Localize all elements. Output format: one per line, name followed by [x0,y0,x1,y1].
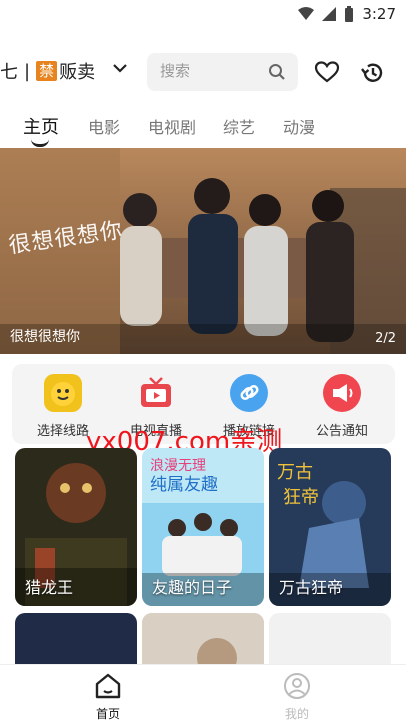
chevron-down-icon[interactable] [112,62,128,74]
tab-movies[interactable]: 电影 [88,114,120,138]
svg-text:万古: 万古 [277,462,313,483]
signal-icon [322,7,337,21]
hero-banner[interactable]: 很想很想你 很想很想你 2/2 [0,148,406,354]
svg-text:浪漫无理: 浪漫无理 [150,458,206,474]
brand-right-text: 贩卖 [59,62,96,83]
poster-title: 友趣的日子 [152,578,233,597]
brand-badge: 禁 [36,61,58,81]
poster-card[interactable]: 浪漫无理 纯属友趣 友趣的日子 [142,448,264,606]
tab-variety[interactable]: 综艺 [223,114,255,138]
poster-title: 万古狂帝 [279,578,344,597]
search-box[interactable] [147,53,298,91]
favorites-heart-icon[interactable] [314,60,340,84]
shortcut-announcements[interactable]: 公告通知 [302,374,382,439]
poster-card[interactable]: 猎龙王 [15,448,137,606]
tv-live-icon [137,374,175,412]
tab-tv-series[interactable]: 电视剧 [148,114,196,138]
search-icon[interactable] [268,63,286,81]
svg-text:纯属友趣: 纯属友趣 [150,475,218,495]
nav-profile-label: 我的 [284,707,309,721]
top-bar: 七 | 禁 贩卖 [0,50,406,94]
svg-text:狂帝: 狂帝 [283,487,319,508]
battery-icon [345,6,354,22]
shortcut-label: 公告通知 [315,424,368,439]
banner-caption: 很想很想你 [10,329,80,345]
bottom-navigation: 首页 我的 [0,664,406,721]
status-time: 3:27 [362,5,396,23]
category-tabs: 主页 电影 电视剧 综艺 动漫 [0,110,406,150]
link-icon [230,374,268,412]
active-tab-indicator [31,139,49,147]
status-bar: 3:27 [0,0,406,30]
history-icon[interactable] [360,60,386,86]
brand-separator: | [24,60,31,82]
home-icon [95,673,121,699]
brand-left-text: 七 [0,62,18,83]
nav-profile[interactable]: 我的 [267,671,327,722]
search-input[interactable] [160,62,260,80]
megaphone-icon [323,374,361,412]
poster-card[interactable]: 万古 狂帝 万古狂帝 [269,448,391,606]
tab-anime[interactable]: 动漫 [283,114,315,138]
route-select-icon [44,374,82,412]
wifi-icon [298,7,315,20]
nav-home[interactable]: 首页 [78,671,138,722]
tab-home[interactable]: 主页 [23,113,59,139]
source-selector[interactable]: 七 | 禁 贩卖 [0,58,95,84]
banner-pager: 2/2 [375,331,396,346]
nav-home-label: 首页 [95,707,120,721]
profile-icon [284,673,310,699]
poster-title: 猎龙王 [25,578,74,597]
